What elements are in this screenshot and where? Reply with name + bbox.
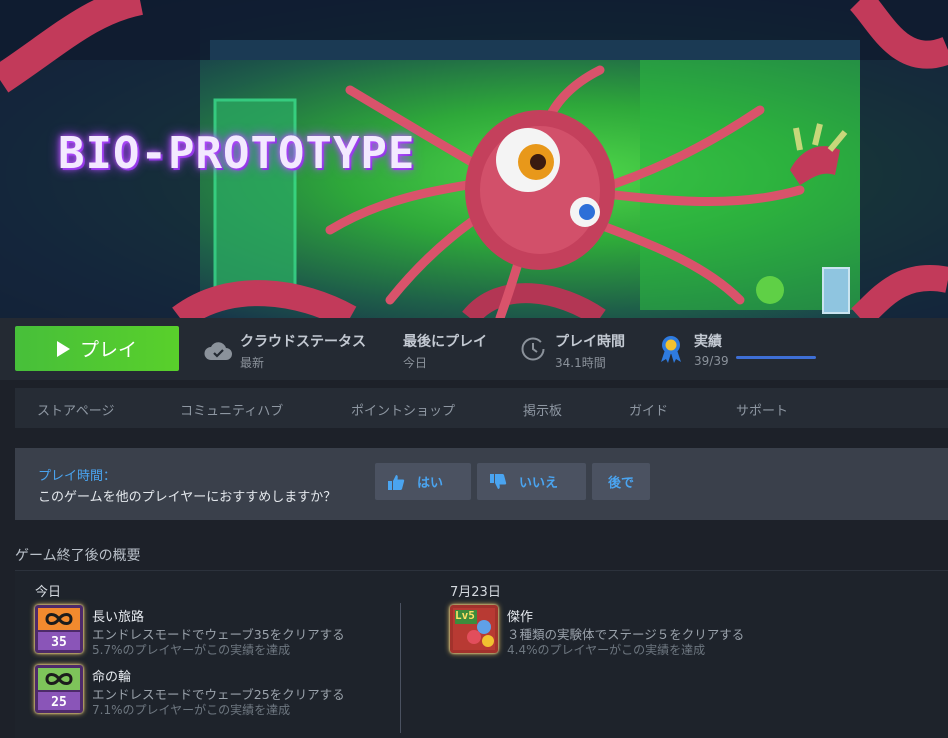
- review-prompt: プレイ時間： このゲームを他のプレイヤーにおすすめしますか？ はい いいえ 後で: [15, 448, 948, 520]
- summary-divider: [400, 603, 401, 733]
- game-logo: BIO-PROTOTYPE: [58, 128, 416, 179]
- review-later-label: 後で: [607, 476, 634, 491]
- achievement-infinity-icon: 25: [35, 665, 83, 713]
- achievement-infinity-icon: 35: [35, 605, 83, 653]
- cloud-status[interactable]: クラウドステータス 最新: [240, 331, 366, 371]
- cloud-status-title: クラウドステータス: [240, 334, 366, 350]
- cloud-check-icon: [204, 342, 232, 360]
- nav-store-page[interactable]: ストアページ: [37, 400, 114, 419]
- play-icon: [56, 340, 70, 357]
- achievement-name: 長い旅路: [92, 610, 145, 625]
- achievements-title: 実績: [694, 334, 722, 350]
- nav-support[interactable]: サポート: [736, 400, 788, 419]
- last-played-title: 最後にプレイ: [403, 334, 487, 350]
- play-button[interactable]: プレイ: [15, 326, 179, 371]
- achievement-percent: 4.4%のプレイヤーがこの実績を達成: [507, 643, 706, 657]
- nav-points-shop[interactable]: ポイントショップ: [351, 400, 455, 419]
- hero-banner: BIO-PROTOTYPE: [0, 0, 948, 318]
- thumbs-up-icon: [388, 474, 405, 490]
- ribbon-icon: [661, 336, 681, 363]
- achievement-level5-icon: Lv5: [450, 605, 498, 653]
- clock-icon: [521, 337, 545, 361]
- last-played: 最後にプレイ 今日: [403, 331, 487, 371]
- thumbs-down-icon: [490, 473, 507, 489]
- review-yes-label: はい: [417, 476, 444, 491]
- achievement-badge-number: 35: [51, 635, 67, 650]
- achievement-name: 傑作: [507, 610, 534, 625]
- review-no-label: いいえ: [519, 476, 559, 491]
- review-no-button[interactable]: いいえ: [477, 463, 586, 500]
- cloud-status-value: 最新: [240, 356, 265, 370]
- achievements-count: 39/39: [694, 354, 729, 368]
- play-button-label: プレイ: [79, 339, 137, 361]
- achievement-badge-level: Lv5: [455, 609, 475, 622]
- summary-date-right: 7月23日: [450, 585, 501, 600]
- post-game-summary: 今日 35 長い旅路 エンドレスモードでウェーブ35をクリアする 5.7%のプレ…: [15, 570, 948, 738]
- achievement-badge-number: 25: [51, 695, 67, 710]
- playtime-value: 34.1時間: [555, 356, 606, 370]
- action-bar: プレイ クラウドステータス 最新 最後にプレイ 今日 プレイ時間 34.1時間: [0, 318, 948, 380]
- review-playtime-label: プレイ時間：: [38, 469, 117, 484]
- nav-discussions[interactable]: 掲示板: [523, 400, 562, 419]
- review-question: このゲームを他のプレイヤーにおすすめしますか？: [38, 490, 337, 505]
- review-later-button[interactable]: 後で: [592, 463, 650, 500]
- summary-date-left: 今日: [35, 585, 62, 600]
- achievement-percent: 7.1%のプレイヤーがこの実績を達成: [92, 703, 291, 717]
- playtime-title: プレイ時間: [555, 334, 625, 350]
- review-yes-button[interactable]: はい: [375, 463, 471, 500]
- post-game-summary-title: ゲーム終了後の概要: [15, 548, 141, 564]
- last-played-value: 今日: [403, 356, 428, 370]
- achievements-summary[interactable]: 実績 39/39: [694, 331, 729, 368]
- game-nav-bar: ストアページ コミュニティハブ ポイントショップ 掲示板 ガイド サポート: [15, 388, 948, 428]
- achievement-percent: 5.7%のプレイヤーがこの実績を達成: [92, 643, 291, 657]
- playtime: プレイ時間 34.1時間: [555, 331, 625, 371]
- nav-community-hub[interactable]: コミュニティハブ: [180, 400, 283, 419]
- achievements-progress-bar: [736, 356, 816, 359]
- achievement-name: 命の輪: [92, 670, 132, 685]
- nav-guides[interactable]: ガイド: [629, 400, 668, 419]
- game-library-page: BIO-PROTOTYPE プレイ クラウドステータス 最新 最後にプレイ 今日…: [0, 0, 948, 738]
